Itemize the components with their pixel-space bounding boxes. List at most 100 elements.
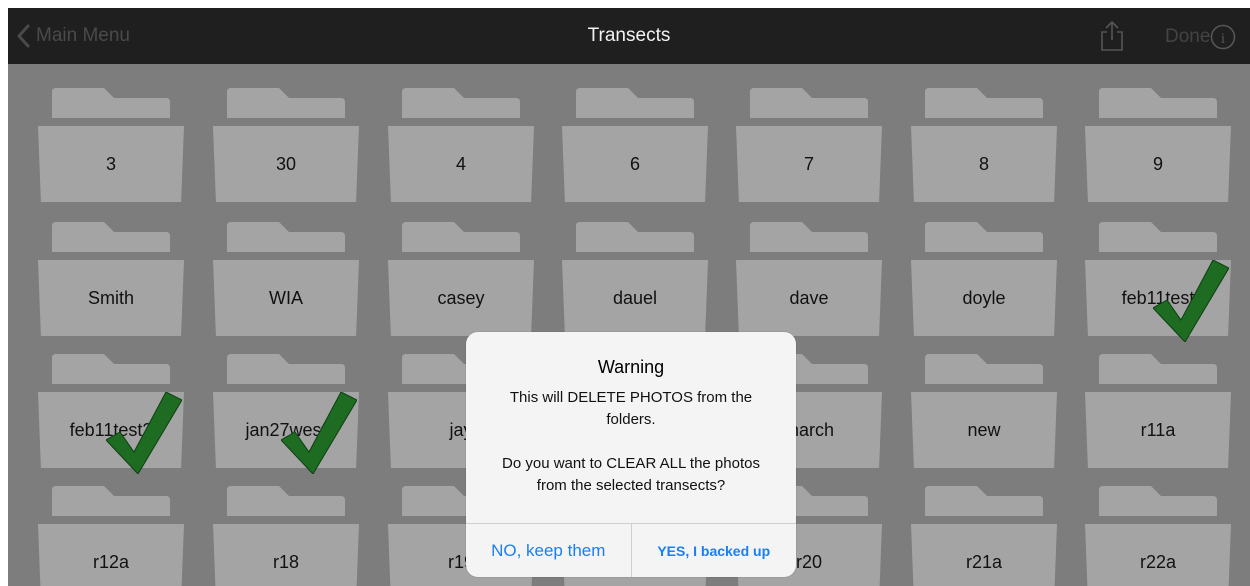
folder-label: r21a (965, 551, 1003, 572)
folder-item[interactable]: WIA (213, 222, 359, 336)
warning-dialog: Warning This will DELETE PHOTOS from the… (466, 332, 796, 577)
folder-item[interactable]: 6 (562, 88, 708, 202)
checkmark-icon (281, 392, 357, 474)
checkmark-icon (106, 392, 182, 474)
folder-item[interactable]: jan27west (213, 354, 359, 474)
folder-label: new (967, 419, 1001, 440)
folder-label: dauel (612, 287, 658, 308)
folder-icon (227, 354, 345, 384)
folder-body: 4 (388, 126, 534, 202)
folder-icon (402, 88, 520, 118)
folder-icon (576, 88, 694, 118)
folder-body: 30 (213, 126, 359, 202)
folder-icon (52, 486, 170, 516)
dialog-message: This will DELETE PHOTOS from the folders… (502, 389, 760, 494)
folder-item[interactable]: r22a (1085, 486, 1231, 586)
folder-icon (1099, 354, 1217, 384)
share-icon (1101, 20, 1123, 51)
folder-label: dave (789, 287, 829, 308)
folder-label: 9 (1152, 153, 1163, 174)
page-title: Transects (587, 25, 671, 46)
folder-body: doyle (911, 260, 1057, 336)
confirm-clear-button[interactable]: YES, I backed up (630, 524, 797, 577)
folder-item[interactable]: 30 (213, 88, 359, 202)
folder-icon (750, 222, 868, 252)
folder-icon (227, 222, 345, 252)
share-button[interactable] (1100, 20, 1124, 57)
folder-icon (227, 88, 345, 118)
folder-item[interactable]: 3 (38, 88, 184, 202)
folder-label: r20 (795, 551, 822, 572)
folder-label: 3 (105, 153, 116, 174)
folder-label: r22a (1139, 551, 1177, 572)
folder-body: 9 (1085, 126, 1231, 202)
folder-body: casey (388, 260, 534, 336)
folder-item[interactable]: r18 (213, 486, 359, 586)
folder-item[interactable]: casey (388, 222, 534, 336)
folder-item[interactable]: r21a (911, 486, 1057, 586)
folder-body: r22a (1085, 524, 1231, 586)
folder-item[interactable]: Smith (38, 222, 184, 336)
folder-label: 30 (275, 153, 297, 174)
folder-item[interactable]: doyle (911, 222, 1057, 336)
folder-label: r18 (272, 551, 299, 572)
folder-label: r12a (92, 551, 130, 572)
folder-label: Smith (87, 287, 134, 308)
dialog-buttons: NO, keep them YES, I backed up (466, 523, 796, 577)
folder-label: 8 (978, 153, 989, 174)
folder-icon (750, 88, 868, 118)
folder-icon (925, 222, 1043, 252)
folder-icon (52, 88, 170, 118)
folder-item[interactable]: feb11test2 (38, 354, 184, 474)
dialog-title: Warning (597, 357, 665, 377)
folder-item[interactable]: feb11test (1085, 222, 1231, 342)
folder-icon (402, 222, 520, 252)
folder-item[interactable]: 8 (911, 88, 1057, 202)
info-button[interactable]: i (1210, 24, 1236, 55)
folder-body: 6 (562, 126, 708, 202)
folder-label: WIA (269, 287, 303, 308)
folder-icon (52, 222, 170, 252)
folder-item[interactable]: r12a (38, 486, 184, 586)
folder-body: dave (736, 260, 882, 336)
folder-item[interactable]: r11a (1085, 354, 1231, 468)
folder-icon (925, 88, 1043, 118)
folder-item[interactable]: 4 (388, 88, 534, 202)
folder-body: r21a (911, 524, 1057, 586)
folder-item[interactable]: dave (736, 222, 882, 336)
info-icon: i (1210, 24, 1236, 50)
checkmark-icon (1153, 260, 1229, 342)
folder-icon (1099, 88, 1217, 118)
folder-icon (1099, 486, 1217, 516)
folder-item[interactable]: 7 (736, 88, 882, 202)
folder-icon (576, 222, 694, 252)
folder-body: WIA (213, 260, 359, 336)
folder-label: doyle (962, 287, 1006, 308)
folder-item[interactable]: 9 (1085, 88, 1231, 202)
folder-icon (925, 354, 1043, 384)
done-button[interactable]: Done (1165, 26, 1210, 48)
folder-label: 7 (803, 153, 814, 174)
folder-label: 4 (455, 153, 466, 174)
folder-body: 3 (38, 126, 184, 202)
svg-text:i: i (1221, 31, 1225, 47)
folder-body: dauel (562, 260, 708, 336)
keep-photos-button[interactable]: NO, keep them (466, 524, 631, 577)
transects-screen: Main Menu Transects Done i 3 30 4 6 7 8 9 Smith… (8, 8, 1250, 586)
folder-item[interactable]: new (911, 354, 1057, 468)
folder-icon (52, 354, 170, 384)
folder-body: Smith (38, 260, 184, 336)
folder-body: new (911, 392, 1057, 468)
folder-item[interactable]: dauel (562, 222, 708, 336)
folder-body: r12a (38, 524, 184, 586)
folder-body: 8 (911, 126, 1057, 202)
folder-icon (925, 486, 1043, 516)
folder-label: r11a (1140, 419, 1176, 440)
folder-label: casey (437, 287, 485, 308)
folder-icon (227, 486, 345, 516)
folder-body: r11a (1085, 392, 1231, 468)
folder-body: r18 (213, 524, 359, 586)
folder-body: 7 (736, 126, 882, 202)
folder-label: 6 (629, 153, 640, 174)
navigation-bar: Main Menu Transects Done i (8, 8, 1250, 64)
